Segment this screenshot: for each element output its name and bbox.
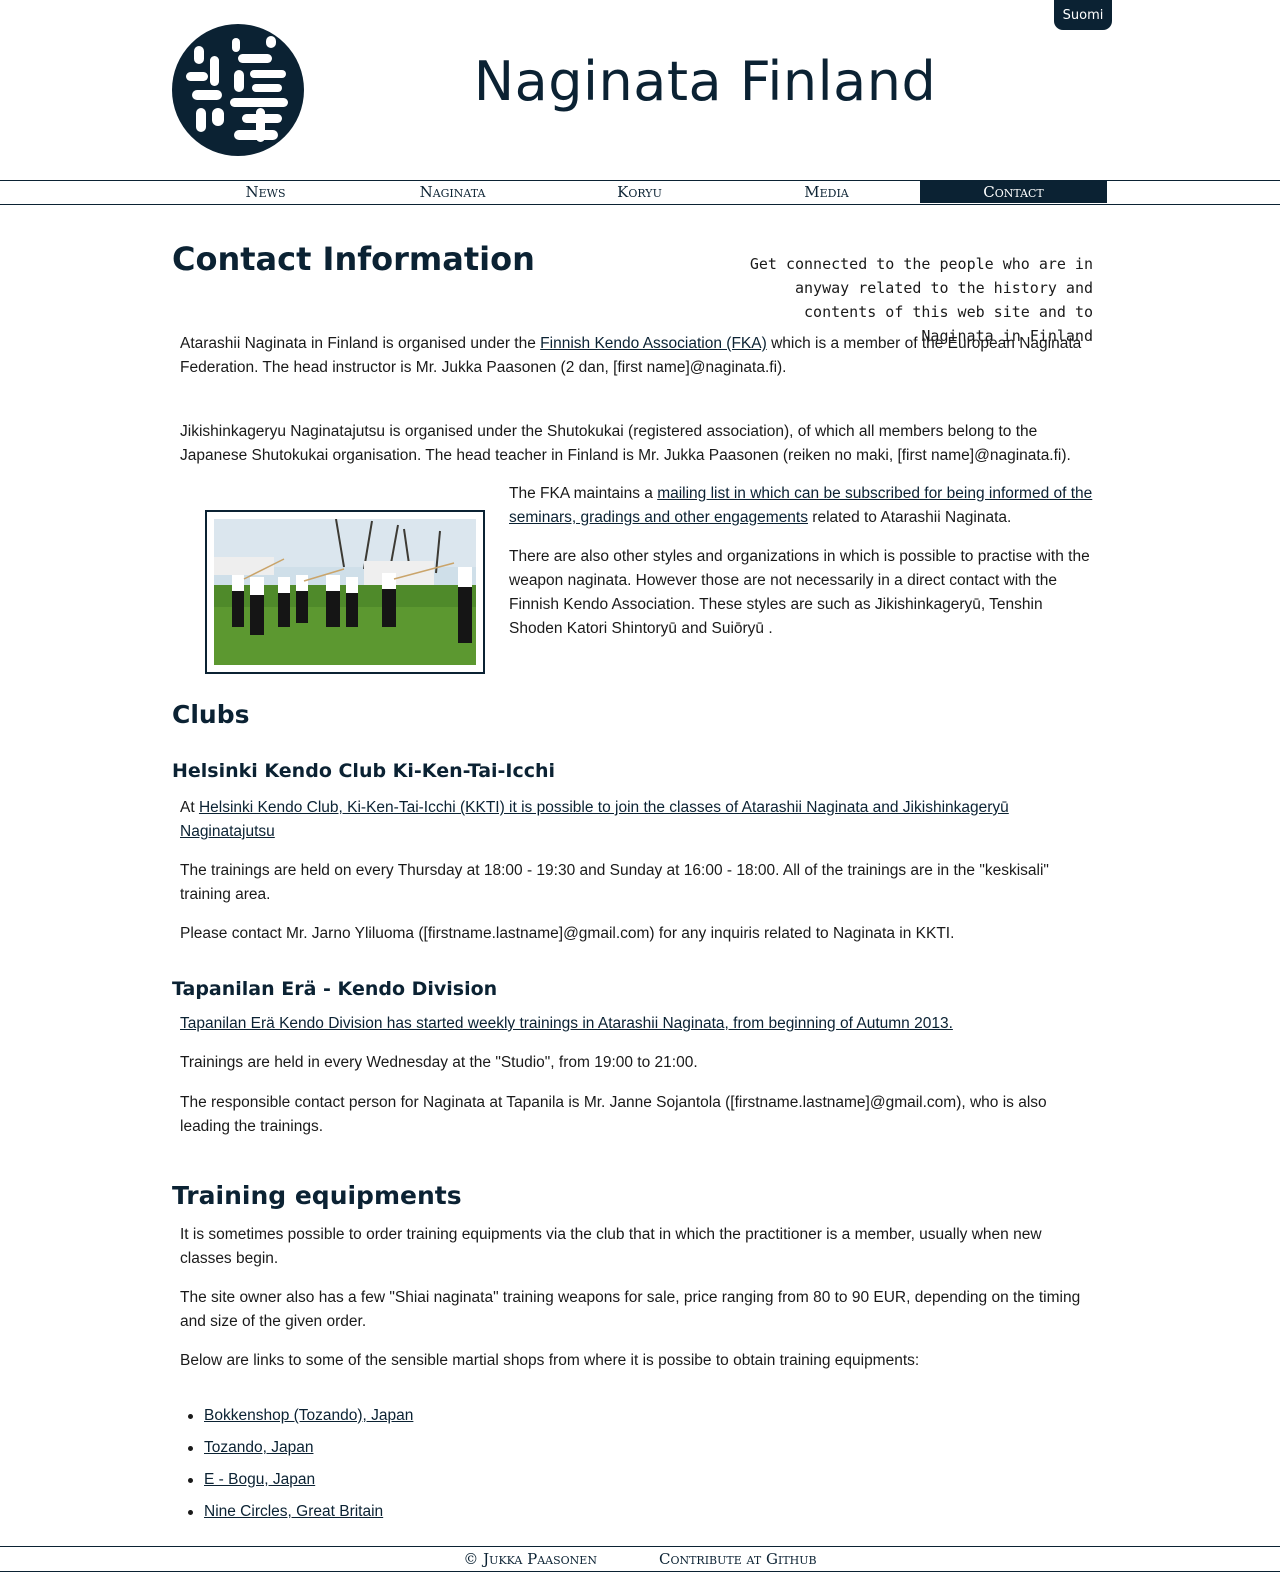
tapanila-link[interactable]: Tapanilan Erä Kendo Division has started… [180, 1015, 953, 1032]
list-item: Bokkenshop (Tozando), Japan [182, 1404, 413, 1436]
fka-link[interactable]: Finnish Kendo Association (FKA) [540, 335, 767, 352]
equipment-heading: Training equipments [172, 1181, 462, 1210]
shop-links-list: Bokkenshop (Tozando), Japan Tozando, Jap… [182, 1404, 413, 1532]
footer-contribute-link[interactable]: Contribute at Github [659, 1550, 817, 1568]
tapanila-schedule-paragraph: Trainings are held in every Wednesday at… [180, 1054, 698, 1071]
mailing-list-paragraph: The FKA maintains a mailing list in whic… [509, 482, 1099, 530]
nav-item-news[interactable]: News [172, 181, 359, 203]
site-title: Naginata Finland [473, 50, 937, 113]
intro-paragraph-shutokukai: Jikishinkageryu Naginatajutsu is organis… [180, 423, 1071, 464]
list-item: E - Bogu, Japan [182, 1468, 413, 1500]
page-title: Contact Information [172, 240, 535, 278]
kkti-intro-prefix: At [180, 799, 199, 816]
equipment-paragraph-3: Below are links to some of the sensible … [180, 1352, 920, 1369]
kkti-schedule-paragraph: The trainings are held on every Thursday… [180, 862, 1049, 903]
language-switch-button[interactable]: Suomi [1054, 0, 1112, 30]
shop-link-ebogu[interactable]: E - Bogu, Japan [204, 1471, 315, 1488]
main-nav: News Naginata Koryu Media Contact [0, 180, 1280, 205]
tapanila-heading: Tapanilan Erä - Kendo Division [172, 978, 498, 1000]
kkti-intro-paragraph: At Helsinki Kendo Club, Ki-Ken-Tai-Icchi… [180, 796, 1090, 844]
nav-item-contact[interactable]: Contact [920, 181, 1107, 203]
intro-fka-prefix: Atarashii Naginata in Finland is organis… [180, 335, 541, 352]
tapanila-contact-paragraph: The responsible contact person for Nagin… [180, 1094, 1047, 1135]
page-footer: © Jukka Paasonen Contribute at Github [0, 1546, 1280, 1572]
intro-paragraph-fka: Atarashii Naginata in Finland is organis… [180, 332, 1090, 380]
naginata-kanji-logo-icon[interactable] [172, 24, 304, 156]
naginata-training-photo [214, 519, 476, 665]
clubs-heading: Clubs [172, 700, 250, 729]
equipment-paragraph-2: The site owner also has a few "Shiai nag… [180, 1289, 1081, 1330]
nav-item-naginata[interactable]: Naginata [359, 181, 546, 203]
shop-link-bokkenshop[interactable]: Bokkenshop (Tozando), Japan [204, 1407, 413, 1424]
footer-copyright: © Jukka Paasonen [463, 1550, 597, 1568]
shop-link-tozando[interactable]: Tozando, Japan [204, 1439, 313, 1456]
kkti-heading: Helsinki Kendo Club Ki-Ken-Tai-Icchi [172, 760, 556, 782]
shop-link-nine-circles[interactable]: Nine Circles, Great Britain [204, 1503, 383, 1520]
equipment-paragraph-1: It is sometimes possible to order traini… [180, 1226, 1042, 1267]
other-styles-paragraph: There are also other styles and organiza… [509, 548, 1090, 637]
training-photo-frame [205, 510, 485, 674]
nav-item-media[interactable]: Media [733, 181, 920, 203]
nav-item-koryu[interactable]: Koryu [546, 181, 733, 203]
tapanila-intro-paragraph: Tapanilan Erä Kendo Division has started… [180, 1012, 1090, 1036]
kkti-link[interactable]: Helsinki Kendo Club, Ki-Ken-Tai-Icchi (K… [180, 799, 1009, 840]
kkti-contact-paragraph: Please contact Mr. Jarno Yliluoma ([firs… [180, 925, 955, 942]
mailing-list-prefix: The FKA maintains a [509, 485, 658, 502]
list-item: Tozando, Japan [182, 1436, 413, 1468]
mailing-list-suffix: related to Atarashii Naginata. [808, 509, 1012, 526]
list-item: Nine Circles, Great Britain [182, 1500, 413, 1532]
